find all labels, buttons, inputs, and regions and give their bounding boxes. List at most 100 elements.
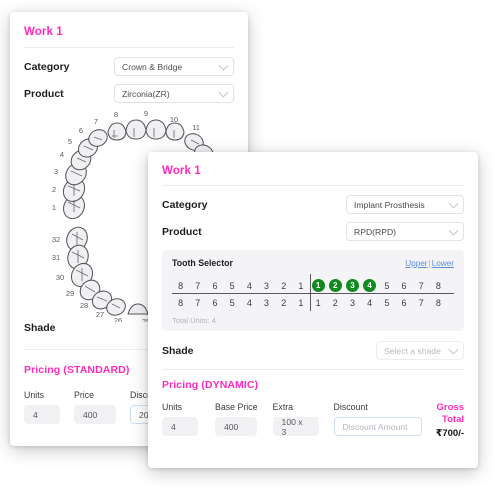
tooth-grid: 8765432112345678 8765432112345678 [172, 274, 454, 313]
tooth-selector-panel: Tooth Selector Upper|Lower 8765432112345… [162, 250, 464, 331]
tooth-cell-upper-right-3[interactable]: 3 [344, 277, 361, 294]
back-product-row: Product Zirconia(ZR) [24, 84, 234, 103]
tooth-cell-upper-right-1[interactable]: 1 [310, 277, 327, 294]
screenshot-stage: Work 1 Category Crown & Bridge Product Z… [0, 0, 500, 500]
grid-vertical-divider [309, 274, 311, 311]
tooth-cell-lower-right-2[interactable]: 2 [327, 294, 344, 311]
front-category-label: Category [162, 198, 208, 211]
svg-text:4: 4 [60, 150, 64, 159]
back-work-title: Work 1 [24, 26, 63, 38]
front-discount-field: Discount Discount Amount [333, 402, 422, 436]
tooth-selected-marker: 4 [363, 279, 377, 292]
gross-total-label-line1: Gross [436, 402, 464, 413]
back-units-label: Units [24, 390, 45, 400]
tooth-cell-lower-left-5[interactable]: 5 [224, 294, 241, 311]
back-product-label: Product [24, 87, 64, 100]
tooth-cell-lower-right-6[interactable]: 6 [395, 294, 412, 311]
tooth-cell-lower-right-5[interactable]: 5 [378, 294, 395, 311]
svg-text:29: 29 [66, 289, 74, 298]
gross-total-amount: ₹700/- [435, 427, 464, 439]
chevron-down-icon [218, 87, 229, 98]
front-product-label: Product [162, 225, 202, 238]
front-product-value: RPD(RPD) [354, 226, 397, 237]
tooth-cell-upper-left-5[interactable]: 5 [224, 277, 241, 294]
tooth-cell-lower-right-3[interactable]: 3 [344, 294, 361, 311]
tooth-selected-marker: 3 [345, 279, 359, 292]
back-price-input[interactable]: 400 [74, 405, 116, 424]
tooth-cell-upper-right-4[interactable]: 4 [361, 277, 378, 294]
total-units-label: Total Units: 4 [172, 316, 216, 325]
front-category-select[interactable]: Implant Prosthesis [346, 195, 464, 214]
back-shade-label: Shade [24, 322, 56, 334]
back-product-select[interactable]: Zirconia(ZR) [114, 84, 234, 103]
chevron-down-icon [218, 60, 229, 71]
tooth-cell-lower-right-4[interactable]: 4 [361, 294, 378, 311]
tooth-cell-lower-left-8[interactable]: 8 [172, 294, 189, 311]
tooth-cell-upper-left-7[interactable]: 7 [189, 277, 206, 294]
chevron-down-icon [448, 344, 459, 355]
gross-total-label-line2: Total [442, 413, 464, 425]
front-base-price-label: Base Price [215, 402, 258, 412]
front-discount-input[interactable]: Discount Amount [333, 417, 422, 436]
tooth-cell-lower-left-4[interactable]: 4 [241, 294, 258, 311]
front-product-select[interactable]: RPD(RPD) [346, 222, 464, 241]
tooth-cell-upper-left-6[interactable]: 6 [206, 277, 223, 294]
front-pricing-fields: Units 4 Base Price 400 Extra 100 x 3 Dis… [162, 402, 464, 440]
lower-arch-link[interactable]: Lower [432, 259, 454, 268]
tooth-selected-marker: 2 [328, 279, 342, 292]
tooth-cell-upper-left-3[interactable]: 3 [258, 277, 275, 294]
front-shade-row: Shade Select a shade [162, 341, 464, 360]
svg-text:6: 6 [79, 126, 83, 135]
tooth-cell-upper-right-8[interactable]: 8 [430, 277, 447, 294]
svg-text:5: 5 [68, 137, 72, 146]
back-category-value: Crown & Bridge [122, 61, 183, 72]
back-category-label: Category [24, 60, 70, 73]
tooth-cell-lower-left-3[interactable]: 3 [258, 294, 275, 311]
tooth-selector-header: Tooth Selector Upper|Lower [172, 258, 454, 268]
front-units-input[interactable]: 4 [162, 417, 198, 436]
tooth-cell-upper-left-8[interactable]: 8 [172, 277, 189, 294]
tooth-selector-title: Tooth Selector [172, 258, 233, 268]
tooth-cell-lower-right-7[interactable]: 7 [413, 294, 430, 311]
back-category-select[interactable]: Crown & Bridge [114, 57, 234, 76]
svg-text:32: 32 [52, 235, 60, 244]
tooth-selected-marker: 1 [311, 279, 325, 292]
front-units-field: Units 4 [162, 402, 198, 436]
gross-total: Gross Total ₹700/- [434, 402, 464, 440]
svg-text:10: 10 [170, 115, 178, 124]
front-base-price-input[interactable]: 400 [215, 417, 257, 436]
tooth-cell-upper-right-7[interactable]: 7 [413, 277, 430, 294]
tooth-cell-lower-left-7[interactable]: 7 [189, 294, 206, 311]
tooth-row-lower: 8765432112345678 [172, 294, 454, 311]
front-shade-select[interactable]: Select a shade [376, 341, 464, 360]
tooth-cell-upper-right-6[interactable]: 6 [395, 277, 412, 294]
front-category-row: Category Implant Prosthesis [162, 195, 464, 214]
front-discount-label: Discount [333, 402, 368, 412]
tooth-cell-lower-left-1[interactable]: 1 [292, 294, 309, 311]
front-units-label: Units [162, 402, 183, 412]
front-extra-label: Extra [272, 402, 294, 412]
svg-text:3: 3 [54, 167, 58, 176]
tooth-cell-upper-left-2[interactable]: 2 [275, 277, 292, 294]
back-category-row: Category Crown & Bridge [24, 57, 234, 76]
upper-arch-link[interactable]: Upper [405, 259, 427, 268]
back-price-field: Price 400 [74, 390, 116, 424]
tooth-cell-lower-right-1[interactable]: 1 [310, 294, 327, 311]
work-card-dynamic: Work 1 Category Implant Prosthesis Produ… [148, 152, 478, 468]
back-units-field: Units 4 [24, 390, 60, 424]
back-product-value: Zirconia(ZR) [122, 88, 170, 99]
back-price-label: Price [74, 390, 95, 400]
back-units-input[interactable]: 4 [24, 405, 60, 424]
tooth-selector-arch-links: Upper|Lower [405, 259, 454, 268]
tooth-cell-lower-left-2[interactable]: 2 [275, 294, 292, 311]
tooth-cell-lower-left-6[interactable]: 6 [206, 294, 223, 311]
tooth-cell-upper-left-4[interactable]: 4 [241, 277, 258, 294]
svg-text:31: 31 [52, 253, 60, 262]
front-shade-label: Shade [162, 344, 194, 357]
svg-text:7: 7 [94, 117, 98, 126]
tooth-cell-lower-right-8[interactable]: 8 [430, 294, 447, 311]
tooth-cell-upper-right-2[interactable]: 2 [327, 277, 344, 294]
tooth-cell-upper-left-1[interactable]: 1 [292, 277, 309, 294]
tooth-cell-upper-right-5[interactable]: 5 [378, 277, 395, 294]
front-extra-input[interactable]: 100 x 3 [272, 417, 319, 437]
